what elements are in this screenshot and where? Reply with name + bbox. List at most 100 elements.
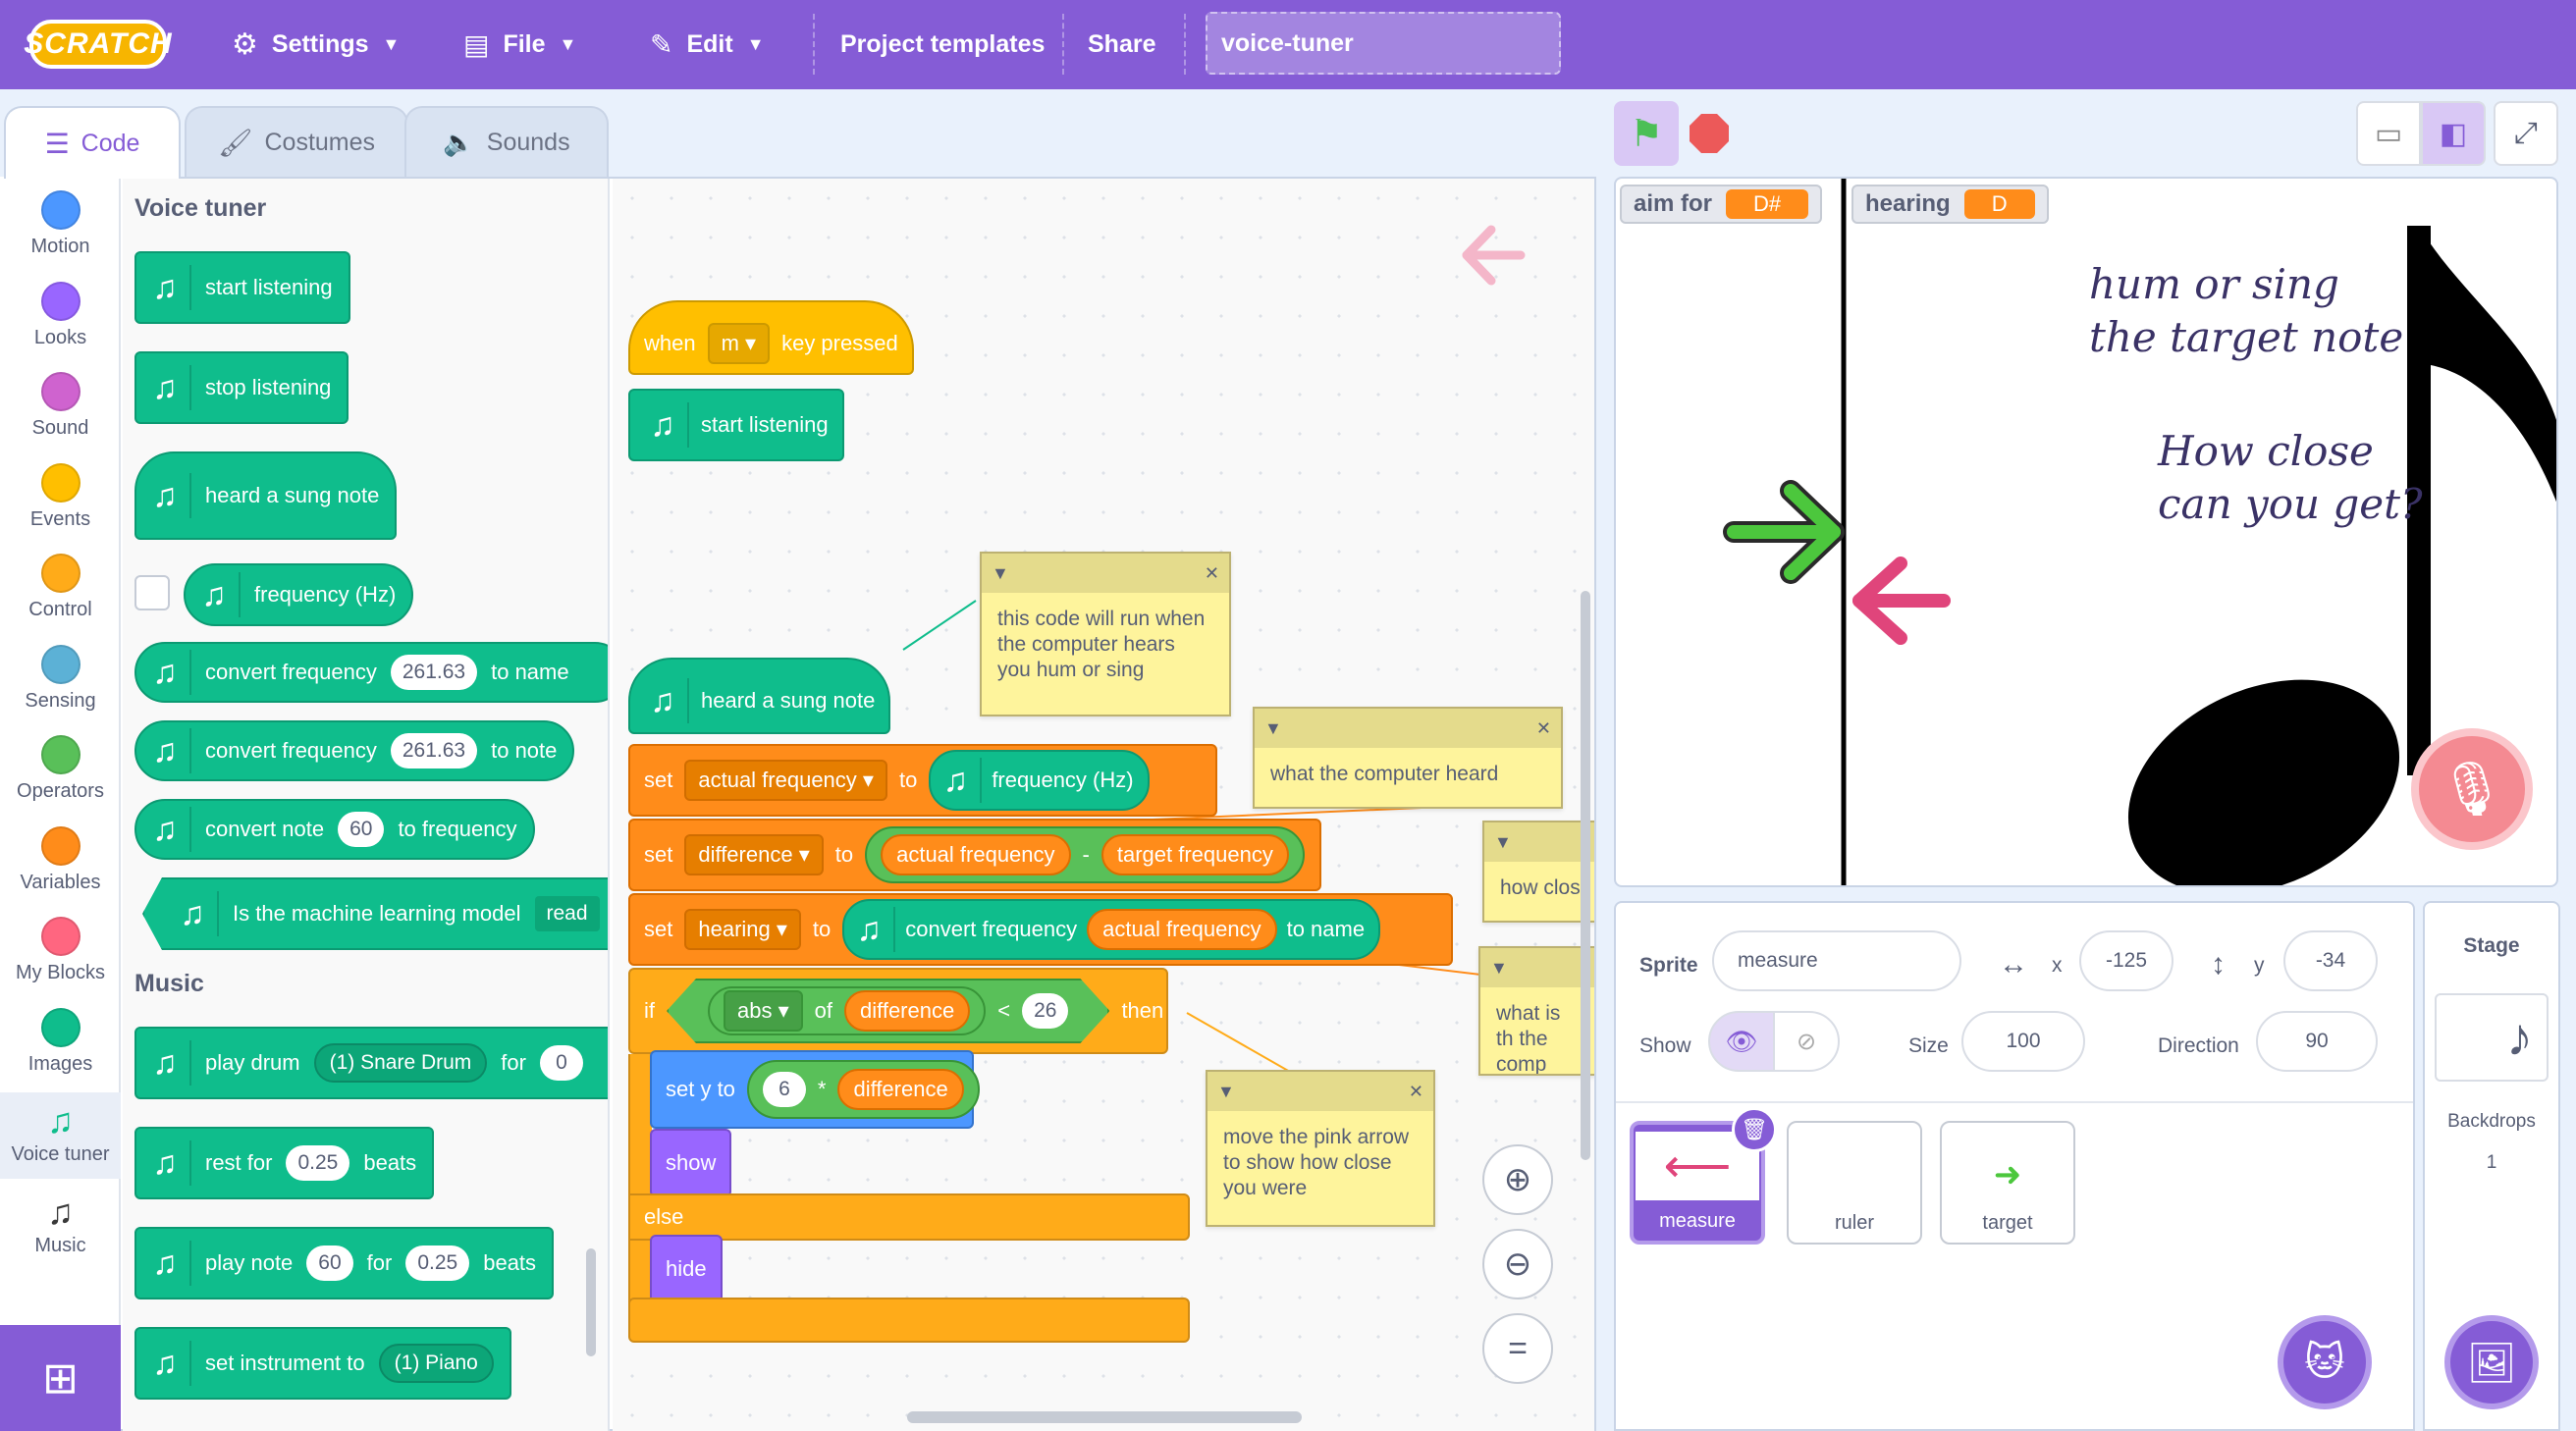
block-convert-note[interactable]: ♫ convert note 60 to frequency xyxy=(134,799,535,860)
block-convert-frequency-name[interactable]: ♫ convert frequency 261.63 to name xyxy=(134,642,608,703)
collapse-icon[interactable]: ▼ xyxy=(992,563,1009,584)
abs-dropdown[interactable]: abs ▾ xyxy=(724,990,803,1032)
set-y-block[interactable]: set y to 6 * difference xyxy=(650,1050,980,1129)
heard-sung-note-hat[interactable]: ♫ heard a sung note xyxy=(628,658,891,734)
variable-dropdown[interactable]: actual frequency ▾ xyxy=(684,760,887,801)
block-convert-frequency-note[interactable]: ♫ convert frequency 261.63 to note xyxy=(134,720,575,781)
block-heard-sung-note[interactable]: ♫ heard a sung note xyxy=(134,451,398,540)
workspace-vertical-scrollbar[interactable] xyxy=(1581,591,1590,1160)
difference-reporter[interactable]: difference xyxy=(837,1069,964,1110)
beats-input[interactable]: 0.25 xyxy=(405,1246,470,1281)
add-extension-button[interactable]: ⊞ xyxy=(0,1325,121,1431)
category-images[interactable]: Images xyxy=(0,1007,121,1076)
ml-ready-dropdown[interactable]: read xyxy=(534,896,600,931)
direction-input[interactable]: 90 xyxy=(2256,1011,2378,1072)
settings-menu[interactable]: ⚙ Settings ▼ xyxy=(232,0,400,89)
zoom-out-button[interactable]: ⊖ xyxy=(1482,1229,1553,1299)
note-input[interactable]: 60 xyxy=(306,1246,353,1281)
block-start-listening[interactable]: ♫ start listening xyxy=(134,251,350,324)
block-ml-model-ready[interactable]: ♫ Is the machine learning model read xyxy=(142,877,608,950)
collapse-icon[interactable]: ▼ xyxy=(1494,832,1512,853)
block-set-instrument[interactable]: ♫ set instrument to (1) Piano xyxy=(134,1327,511,1400)
category-control[interactable]: Control xyxy=(0,554,121,621)
category-sound[interactable]: Sound xyxy=(0,372,121,440)
category-motion[interactable]: Motion xyxy=(0,190,121,258)
show-block[interactable]: show xyxy=(650,1129,732,1197)
note-input[interactable]: 60 xyxy=(338,812,385,847)
x-position-input[interactable]: -125 xyxy=(2079,930,2174,991)
tab-code[interactable]: ☰ Code xyxy=(4,106,181,179)
comment-text[interactable]: how clos xyxy=(1484,862,1594,915)
category-looks[interactable]: Looks xyxy=(0,281,121,349)
script-workspace[interactable]: when m ▾ key pressed ♫ start listening ♫… xyxy=(613,179,1594,1431)
rest-input[interactable]: 0.25 xyxy=(286,1145,350,1181)
delete-sprite-button[interactable]: 🗑 xyxy=(1732,1107,1777,1152)
if-else-block[interactable]: if abs ▾ of difference < 26 then xyxy=(628,968,1168,1054)
difference-reporter[interactable]: difference xyxy=(844,990,970,1032)
block-play-note[interactable]: ♫ play note 60 for 0.25 beats xyxy=(134,1227,555,1299)
close-icon[interactable]: ✕ xyxy=(1205,563,1219,584)
multiplier-input[interactable]: 6 xyxy=(762,1072,806,1107)
abs-operator[interactable]: abs ▾ of difference xyxy=(708,986,986,1035)
instrument-dropdown[interactable]: (1) Piano xyxy=(378,1344,494,1383)
drum-beats-input[interactable]: 0 xyxy=(539,1045,583,1081)
project-templates-link[interactable]: Project templates xyxy=(840,0,1045,89)
actual-frequency-reporter[interactable]: actual frequency xyxy=(881,834,1071,875)
variable-dropdown[interactable]: difference ▾ xyxy=(684,834,824,875)
category-operators[interactable]: Operators xyxy=(0,735,121,803)
category-sensing[interactable]: Sensing xyxy=(0,644,121,713)
block-stop-listening[interactable]: ♫ stop listening xyxy=(134,351,349,424)
block-frequency-hz[interactable]: ♫ frequency (Hz) xyxy=(184,563,414,626)
set-hearing-block[interactable]: set hearing ▾ to ♫ convert frequency actua… xyxy=(628,893,1453,966)
zoom-reset-button[interactable]: = xyxy=(1482,1313,1553,1384)
small-stage-button[interactable]: ▭ xyxy=(2356,101,2421,166)
share-button[interactable]: Share xyxy=(1088,0,1155,89)
less-than-operator[interactable]: abs ▾ of difference < 26 xyxy=(667,979,1109,1043)
edit-menu[interactable]: ✎ Edit ▼ xyxy=(650,0,765,89)
show-visible-button[interactable]: 👁 xyxy=(1708,1011,1775,1072)
green-flag-button[interactable]: ⚑ xyxy=(1614,101,1679,166)
freq-input[interactable]: 261.63 xyxy=(390,733,478,768)
add-sprite-button[interactable]: 🐱 xyxy=(2278,1315,2372,1409)
sprite-thumb-target[interactable]: ➜ target xyxy=(1940,1121,2075,1245)
project-title-input[interactable]: voice-tuner xyxy=(1206,12,1561,75)
hide-block[interactable]: hide xyxy=(650,1235,723,1303)
comment-note[interactable]: ▼ ✕ what the computer heard xyxy=(1253,707,1563,809)
file-menu[interactable]: ▤ File ▼ xyxy=(463,0,576,89)
comment-header[interactable]: ▼ xyxy=(1484,822,1594,862)
target-frequency-reporter[interactable]: target frequency xyxy=(1100,834,1289,875)
tab-costumes[interactable]: 🖌 Costumes xyxy=(185,106,408,177)
category-voice-tuner[interactable]: ♫ Voice tuner xyxy=(0,1092,121,1179)
comment-header[interactable]: ▼ ✕ xyxy=(1208,1072,1433,1111)
workspace-horizontal-scrollbar[interactable] xyxy=(907,1411,1302,1423)
stage-target-pane[interactable]: Stage ♪ Backdrops 1 🖼 xyxy=(2423,901,2560,1431)
collapse-icon[interactable]: ▼ xyxy=(1264,718,1282,739)
convert-frequency-reporter[interactable]: ♫ convert frequency actual frequency to nam… xyxy=(842,899,1381,960)
drum-dropdown[interactable]: (1) Snare Drum xyxy=(313,1043,488,1083)
start-listening-block[interactable]: ♫ start listening xyxy=(628,389,844,461)
category-my-blocks[interactable]: My Blocks xyxy=(0,917,121,984)
set-actual-frequency-block[interactable]: set actual frequency ▾ to ♫ frequency (Hz… xyxy=(628,744,1217,817)
comment-note[interactable]: ▼ ✕ this code will run when the computer … xyxy=(980,552,1231,716)
comment-header[interactable]: ▼ xyxy=(1480,948,1594,987)
comment-note[interactable]: ▼ ✕ move the pink arrow to show how close… xyxy=(1206,1070,1435,1227)
palette-scrollbar[interactable] xyxy=(586,1248,596,1356)
comment-text[interactable]: move the pink arrow to show how close yo… xyxy=(1208,1111,1433,1215)
frequency-reporter[interactable]: ♫ frequency (Hz) xyxy=(929,750,1150,811)
y-position-input[interactable]: -34 xyxy=(2283,930,2378,991)
scratch-logo[interactable]: SCRATCH xyxy=(24,20,172,69)
actual-frequency-reporter[interactable]: actual frequency xyxy=(1087,909,1277,950)
stop-button[interactable] xyxy=(1677,101,1742,166)
add-backdrop-button[interactable]: 🖼 xyxy=(2444,1315,2539,1409)
subtract-operator[interactable]: actual frequency - target frequency xyxy=(865,826,1305,883)
variable-dropdown[interactable]: hearing ▾ xyxy=(684,909,801,950)
comment-text[interactable]: this code will run when the computer hea… xyxy=(982,593,1229,697)
close-icon[interactable]: ✕ xyxy=(1409,1082,1423,1102)
collapse-icon[interactable]: ▼ xyxy=(1490,958,1508,979)
frequency-monitor-checkbox[interactable] xyxy=(134,575,170,610)
comment-text[interactable]: what is th the comp xyxy=(1480,987,1594,1074)
tab-sounds[interactable]: 🔈 Sounds xyxy=(404,106,609,177)
category-music[interactable]: ♫ Music xyxy=(0,1190,121,1257)
fullscreen-button[interactable]: ⤢ xyxy=(2494,101,2558,166)
collapse-icon[interactable]: ▼ xyxy=(1217,1082,1235,1102)
